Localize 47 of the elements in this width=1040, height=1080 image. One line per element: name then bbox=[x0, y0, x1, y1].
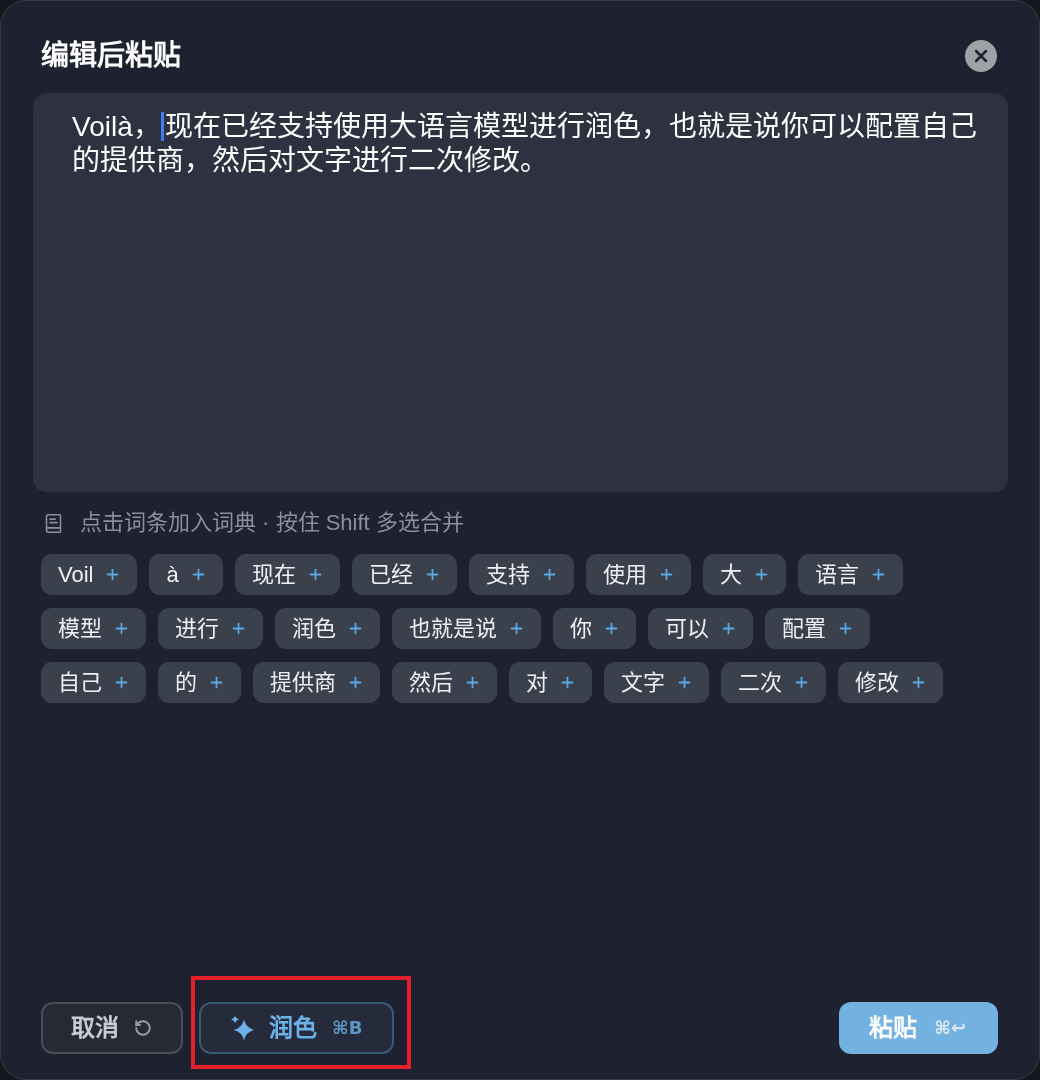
word-chip[interactable]: 可以 bbox=[648, 608, 753, 649]
plus-icon bbox=[113, 620, 130, 637]
polish-button[interactable]: 润色 ⌘B bbox=[199, 1002, 395, 1054]
plus-icon bbox=[230, 620, 247, 637]
close-button[interactable] bbox=[965, 40, 997, 72]
word-chip[interactable]: 你 bbox=[553, 608, 636, 649]
sparkle-icon bbox=[230, 1015, 254, 1041]
word-chip[interactable]: 的 bbox=[158, 662, 241, 703]
plus-icon bbox=[508, 620, 525, 637]
plus-icon bbox=[793, 674, 810, 691]
word-chip[interactable]: 润色 bbox=[275, 608, 380, 649]
plus-icon bbox=[910, 674, 927, 691]
circular-arrow-icon bbox=[134, 1019, 152, 1037]
plus-icon bbox=[464, 674, 481, 691]
hint-text: 点击词条加入词典 · 按住 Shift 多选合并 bbox=[80, 512, 464, 534]
cancel-button[interactable]: 取消 bbox=[41, 1002, 183, 1054]
word-chip[interactable]: 文字 bbox=[604, 662, 709, 703]
text-editor[interactable]: Voilà，现在已经支持使用大语言模型进行润色，也就是说你可以配置自己的提供商，然后对文字进行二次修改。 bbox=[33, 93, 1008, 492]
word-chip[interactable]: 配置 bbox=[765, 608, 870, 649]
word-chip[interactable]: Voil bbox=[41, 554, 138, 595]
word-chip[interactable]: à bbox=[149, 554, 223, 595]
plus-icon bbox=[837, 620, 854, 637]
word-chip[interactable]: 进行 bbox=[158, 608, 263, 649]
book-icon bbox=[43, 512, 64, 534]
word-chip[interactable]: 模型 bbox=[41, 608, 146, 649]
plus-icon bbox=[603, 620, 620, 637]
word-chip[interactable]: 大 bbox=[702, 554, 786, 595]
plus-icon bbox=[208, 674, 225, 691]
word-chip[interactable]: 语言 bbox=[797, 554, 903, 595]
word-chip[interactable]: 提供商 bbox=[253, 662, 380, 703]
plus-icon bbox=[720, 620, 737, 637]
word-chip[interactable]: 已经 bbox=[351, 554, 457, 595]
word-chip[interactable]: 支持 bbox=[468, 554, 574, 595]
plus-icon bbox=[559, 674, 576, 691]
plus-icon bbox=[113, 674, 130, 691]
dialog-title: 编辑后粘贴 bbox=[41, 42, 181, 70]
word-chip[interactable]: 二次 bbox=[721, 662, 826, 703]
plus-icon bbox=[347, 620, 364, 637]
word-chip[interactable]: 现在 bbox=[234, 554, 340, 595]
word-chip[interactable]: 使用 bbox=[585, 554, 691, 595]
plus-icon bbox=[347, 674, 364, 691]
word-chip[interactable]: 然后 bbox=[392, 662, 497, 703]
plus-icon bbox=[676, 674, 693, 691]
word-chip[interactable]: 也就是说 bbox=[392, 608, 541, 649]
word-chip[interactable]: 对 bbox=[509, 662, 592, 703]
word-chip[interactable]: 自己 bbox=[41, 662, 146, 703]
word-chip[interactable]: 修改 bbox=[838, 662, 943, 703]
